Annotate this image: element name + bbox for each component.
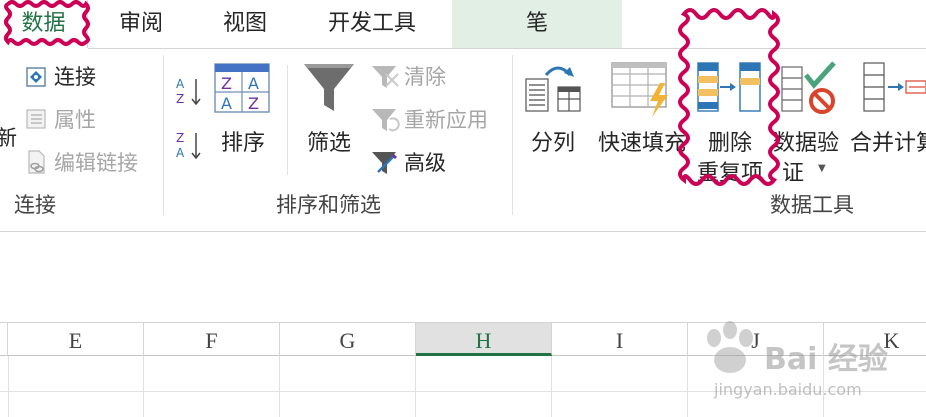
text-to-columns-icon xyxy=(525,66,581,112)
remove-duplicates-icon xyxy=(697,62,761,112)
filter-funnel-icon xyxy=(304,64,354,111)
grid-line xyxy=(823,356,824,417)
clear-filter-icon xyxy=(372,66,399,88)
svg-text:Z: Z xyxy=(176,131,184,145)
svg-text:A: A xyxy=(248,74,259,93)
connections-label: 连接 xyxy=(54,65,96,89)
properties-label: 属性 xyxy=(54,108,96,132)
chevron-down-icon: ▼ xyxy=(818,163,826,174)
connections-icon xyxy=(26,67,46,87)
data-validation-label-line1: 数据验 xyxy=(772,131,839,156)
advanced-filter-icon xyxy=(372,152,397,174)
formula-area-blank xyxy=(0,232,926,322)
cell-grid[interactable] xyxy=(0,356,926,417)
column-header-f[interactable]: F xyxy=(144,323,280,356)
svg-text:Z: Z xyxy=(248,94,259,113)
column-header-e[interactable]: E xyxy=(8,323,144,356)
tab-review[interactable]: 审阅 xyxy=(92,0,190,48)
group-separator xyxy=(163,55,164,215)
grid-line xyxy=(143,356,144,417)
grid-line xyxy=(279,356,280,417)
column-header-h[interactable]: H xyxy=(416,323,552,356)
column-header-k[interactable]: K xyxy=(824,323,926,356)
column-header-g[interactable]: G xyxy=(280,323,416,356)
data-validation-label-line2: 证 xyxy=(781,161,804,186)
grid-line xyxy=(8,356,9,417)
column-header-j[interactable]: J xyxy=(688,323,824,356)
consolidate-icon xyxy=(863,62,926,112)
group-label-sort-filter: 排序和筛选 xyxy=(276,193,381,217)
grid-line xyxy=(551,356,552,417)
clear-filter-label: 清除 xyxy=(404,65,446,89)
grid-line xyxy=(0,391,926,392)
edit-links-icon xyxy=(28,150,45,174)
remove-duplicates-label-line2: 重复项 xyxy=(696,161,763,186)
svg-text:Z: Z xyxy=(221,74,232,93)
refresh-all-partial-label[interactable]: 新 xyxy=(0,125,17,151)
column-header-partial xyxy=(0,323,8,356)
flash-fill-icon xyxy=(611,62,668,117)
edit-links-label: 编辑链接 xyxy=(54,151,138,175)
reapply-label: 重新应用 xyxy=(404,108,488,132)
inner-separator xyxy=(287,65,288,175)
reapply-filter-icon xyxy=(372,109,400,132)
sort-label: 排序 xyxy=(220,131,265,156)
sort-ascending-icon[interactable]: A Z xyxy=(174,75,204,109)
grid-line xyxy=(687,356,688,417)
group-separator xyxy=(512,55,513,215)
text-to-columns-label: 分列 xyxy=(530,131,575,156)
advanced-filter-label: 高级 xyxy=(404,151,446,175)
tab-view[interactable]: 视图 xyxy=(196,0,294,48)
svg-text:A: A xyxy=(176,77,185,91)
sort-descending-icon[interactable]: Z A xyxy=(174,129,204,163)
data-validation-icon xyxy=(781,61,836,114)
tab-data[interactable]: 数据 xyxy=(0,0,88,48)
ribbon: 新 连接 属性 编辑链接 连接 A Z Z A Z A A Z 排序 筛选 清除… xyxy=(0,49,926,231)
svg-text:Z: Z xyxy=(176,92,184,106)
tab-developer[interactable]: 开发工具 xyxy=(302,0,442,48)
filter-label: 筛选 xyxy=(306,131,351,156)
svg-text:A: A xyxy=(176,146,185,160)
consolidate-label: 合并计算 xyxy=(849,131,926,156)
remove-duplicates-label-line1: 删除 xyxy=(707,131,752,156)
column-header-i[interactable]: I xyxy=(552,323,688,356)
sort-dialog-icon: Z A A Z xyxy=(214,63,270,113)
column-header-row: E F G H I J K xyxy=(0,322,926,356)
tab-pen[interactable]: 笔 xyxy=(452,0,622,48)
flash-fill-label: 快速填充 xyxy=(597,131,686,156)
grid-line xyxy=(415,356,416,417)
group-label-data-tools: 数据工具 xyxy=(770,193,854,217)
svg-text:A: A xyxy=(221,94,232,113)
group-label-connections: 连接 xyxy=(14,193,56,217)
ribbon-tab-bar: 数据 审阅 视图 开发工具 笔 xyxy=(0,0,926,48)
properties-icon xyxy=(26,109,46,129)
